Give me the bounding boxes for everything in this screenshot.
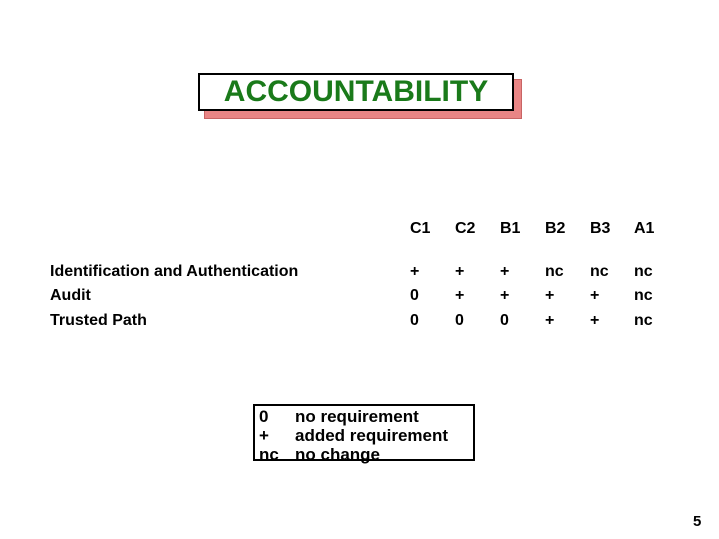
- column-header: B3: [590, 220, 611, 237]
- table-cell: 0: [410, 287, 419, 304]
- row-label: Trusted Path: [50, 312, 147, 329]
- row-label: Identification and Authentication: [50, 263, 299, 280]
- table-cell: +: [500, 263, 510, 280]
- legend-box: 0 no requirement + added requirement nc …: [253, 404, 475, 464]
- column-header: C1: [410, 220, 431, 237]
- table-cell: +: [410, 263, 420, 280]
- table-cell: 0: [455, 312, 464, 329]
- legend-symbol: 0: [259, 407, 269, 426]
- legend-symbol: nc: [259, 445, 279, 464]
- slide: ACCOUNTABILITY C1 C2 B1 B2 B3 A1 Identif…: [0, 0, 719, 539]
- table-cell: +: [590, 312, 600, 329]
- table-cell: +: [545, 287, 555, 304]
- legend-meaning: no requirement: [295, 407, 419, 426]
- table-cell: 0: [500, 312, 509, 329]
- column-header: C2: [455, 220, 476, 237]
- slide-title: ACCOUNTABILITY: [198, 73, 514, 111]
- table-cell: nc: [590, 263, 609, 280]
- table-cell: nc: [634, 287, 653, 304]
- table-cell: +: [500, 287, 510, 304]
- table-cell: +: [545, 312, 555, 329]
- table-cell: nc: [634, 263, 653, 280]
- legend-meaning: added requirement: [295, 426, 449, 445]
- page-number: 5: [693, 513, 702, 530]
- table-cell: nc: [634, 312, 653, 329]
- title-banner: ACCOUNTABILITY: [198, 73, 522, 119]
- table-cell: +: [590, 287, 600, 304]
- legend-meaning: no change: [295, 445, 381, 464]
- table-cell: +: [455, 263, 465, 280]
- table-cell: 0: [410, 312, 419, 329]
- row-label: Audit: [50, 287, 91, 304]
- column-header: A1: [634, 220, 655, 237]
- legend-symbol: +: [259, 426, 269, 445]
- column-header: B2: [545, 220, 566, 237]
- column-header: B1: [500, 220, 521, 237]
- table-cell: nc: [545, 263, 564, 280]
- table-cell: +: [455, 287, 465, 304]
